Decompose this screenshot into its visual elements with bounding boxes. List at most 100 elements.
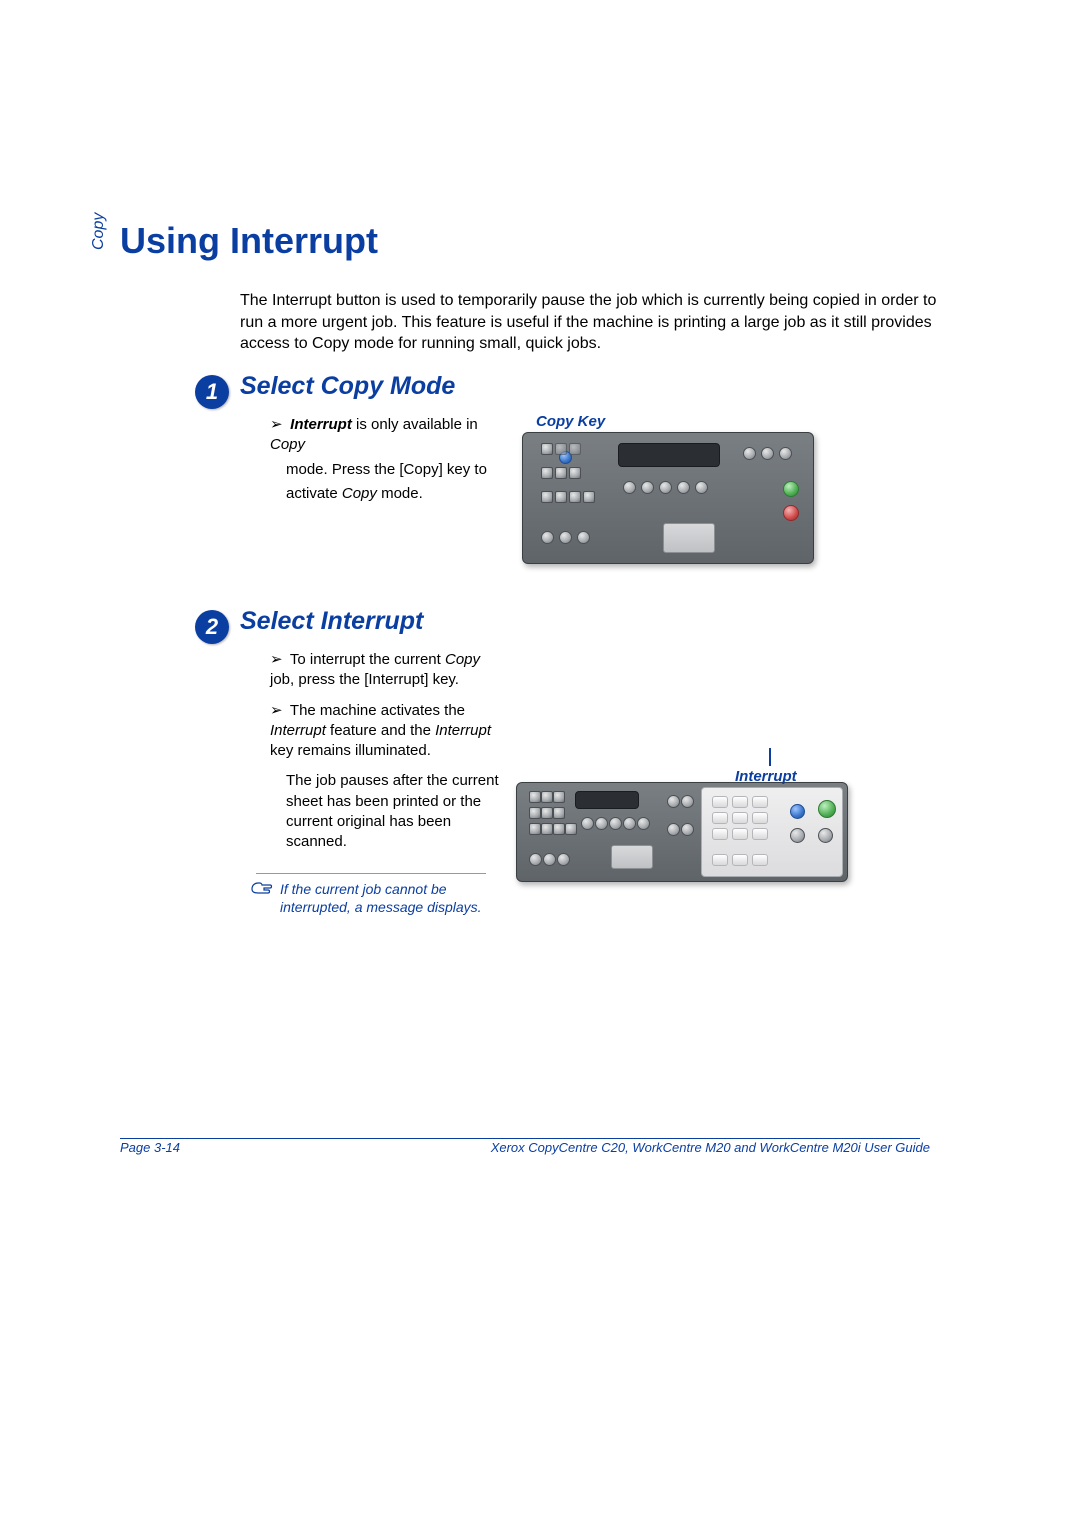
panel-button — [818, 828, 833, 843]
keypad-key — [712, 854, 728, 866]
bullet-arrow-icon: ➢ — [270, 701, 282, 721]
keypad-key — [752, 854, 768, 866]
panel-button — [569, 467, 581, 479]
panel-nav-button — [677, 481, 690, 494]
start-button-icon — [818, 800, 836, 818]
panel-button — [543, 853, 556, 866]
panel-button — [557, 853, 570, 866]
panel-button — [667, 823, 680, 836]
panel-button — [761, 447, 774, 460]
step1-line3-em: Copy — [342, 485, 377, 502]
step-2-body: ➢ To interrupt the current Copy job, pre… — [270, 650, 500, 862]
panel-button — [541, 807, 553, 819]
panel-button — [541, 443, 553, 455]
panel-nav-button — [637, 817, 650, 830]
note-text: If the current job cannot be interrupted… — [280, 880, 510, 916]
panel-button — [553, 807, 565, 819]
panel-button — [569, 443, 581, 455]
step1-line3-post: mode. — [377, 485, 423, 502]
panel-lcd — [618, 443, 720, 467]
bullet-arrow-icon: ➢ — [270, 650, 282, 670]
panel-button — [681, 823, 694, 836]
panel-nav-button — [623, 481, 636, 494]
note-hand-icon — [250, 880, 274, 903]
panel-button — [541, 467, 553, 479]
step2-b2-em1: Interrupt — [270, 722, 326, 739]
panel-button — [541, 823, 553, 835]
panel-button — [743, 447, 756, 460]
footer-page-number: Page 3-14 — [120, 1140, 180, 1155]
step1-bullet-em2: Copy — [270, 436, 305, 453]
step-2-title: Select Interrupt — [240, 607, 423, 636]
step2-b1-post: job, press the [Interrupt] key. — [270, 671, 459, 688]
step1-bullet-em1: Interrupt — [290, 416, 352, 433]
panel-button — [529, 823, 541, 835]
keypad-key — [752, 812, 768, 824]
panel-nav-button — [609, 817, 622, 830]
footer-rule — [120, 1138, 920, 1139]
panel-nav-button — [581, 817, 594, 830]
step-1-body: ➢ Interrupt is only available in Copy mo… — [270, 415, 510, 508]
panel-button — [529, 791, 541, 803]
keypad-key — [752, 796, 768, 808]
figure-2-label: Interrupt — [735, 768, 797, 785]
start-button-icon — [783, 481, 799, 497]
note-row: If the current job cannot be interrupted… — [250, 880, 510, 916]
panel-button — [529, 807, 541, 819]
step1-bullet-mid: is only available in — [352, 416, 478, 433]
intro-paragraph: The Interrupt button is used to temporar… — [240, 290, 940, 355]
panel-button — [583, 491, 595, 503]
panel-button — [779, 447, 792, 460]
panel-tray-icon — [663, 523, 715, 553]
keypad-key — [712, 828, 728, 840]
panel-button — [681, 795, 694, 808]
keypad-key — [712, 796, 728, 808]
figure-2-control-panel — [516, 782, 848, 882]
panel-button — [667, 795, 680, 808]
panel-button — [553, 823, 565, 835]
step2-b2-pre: The machine activates the — [290, 702, 465, 719]
panel-button — [559, 531, 572, 544]
panel-button — [553, 791, 565, 803]
panel-button — [541, 791, 553, 803]
keypad-key — [732, 828, 748, 840]
step-1-title: Select Copy Mode — [240, 372, 455, 401]
panel-button — [565, 823, 577, 835]
step2-b2-post: key remains illuminated. — [270, 742, 431, 759]
step2-b2-em2: Interrupt — [435, 722, 491, 739]
panel-button — [790, 828, 805, 843]
step1-line2: mode. Press the [Copy] key to — [270, 460, 510, 480]
panel-nav-button — [641, 481, 654, 494]
panel-button — [555, 443, 567, 455]
keypad-key — [752, 828, 768, 840]
panel-nav-button — [695, 481, 708, 494]
interrupt-key-icon — [790, 804, 805, 819]
step2-b1-em: Copy — [445, 651, 480, 668]
step-2-badge: 2 — [195, 610, 229, 644]
figure-2-pointer-line — [769, 748, 771, 766]
keypad-key — [732, 854, 748, 866]
panel-button — [541, 491, 553, 503]
panel-button — [541, 531, 554, 544]
panel-keypad — [701, 787, 843, 877]
keypad-key — [732, 796, 748, 808]
panel-button — [555, 491, 567, 503]
step2-b1-pre: To interrupt the current — [290, 651, 445, 668]
panel-lcd — [575, 791, 639, 809]
keypad-key — [732, 812, 748, 824]
panel-nav-button — [595, 817, 608, 830]
panel-tray-icon — [611, 845, 653, 869]
panel-nav-button — [623, 817, 636, 830]
step-1-number: 1 — [206, 379, 218, 405]
step2-b2-mid: feature and the — [326, 722, 435, 739]
panel-button — [569, 491, 581, 503]
stop-button-icon — [783, 505, 799, 521]
note-separator — [256, 873, 486, 874]
keypad-key — [712, 812, 728, 824]
figure-1-control-panel — [522, 432, 814, 564]
step1-line3-pre: activate — [286, 485, 342, 502]
step-2-number: 2 — [206, 614, 218, 640]
figure-1-label: Copy Key — [536, 413, 605, 430]
side-chapter-label: Copy — [90, 213, 108, 250]
panel-button — [555, 467, 567, 479]
